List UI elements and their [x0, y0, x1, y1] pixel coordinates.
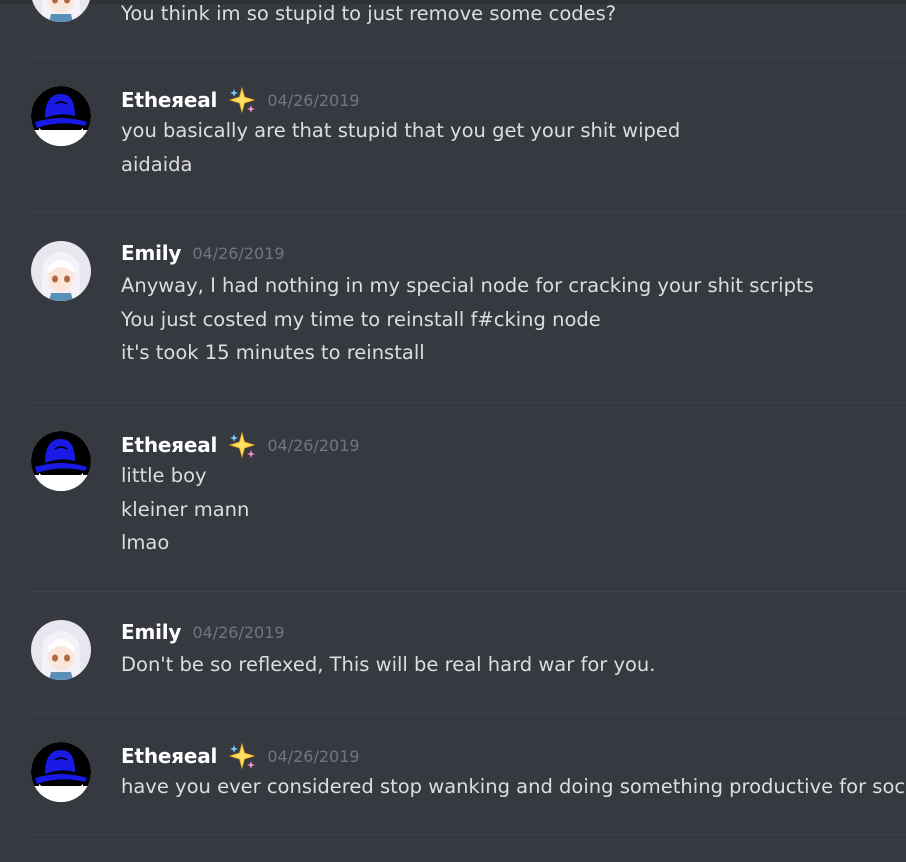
- message-divider: [31, 834, 906, 835]
- username[interactable]: Emily: [121, 241, 181, 265]
- message-line: Don't be so reflexed, This will be real …: [121, 653, 656, 676]
- message-timestamp[interactable]: 04/26/2019: [192, 623, 284, 642]
- user-avatar[interactable]: [31, 86, 91, 146]
- message-line: little boy: [121, 464, 207, 487]
- message-line: lmao: [121, 531, 170, 554]
- sparkles-icon: [228, 86, 256, 114]
- message-divider: [31, 713, 906, 714]
- user-avatar[interactable]: [31, 241, 91, 301]
- message-line: You think im so stupid to just remove so…: [121, 2, 617, 25]
- message-item: You think im so stupid to just remove so…: [0, 0, 906, 58]
- user-avatar[interactable]: [31, 742, 91, 802]
- username[interactable]: Etheяeal: [121, 433, 217, 457]
- blue-hat-avatar-icon: [31, 431, 91, 491]
- user-avatar[interactable]: [31, 0, 91, 22]
- blue-hat-avatar-icon: [31, 742, 91, 802]
- message-line: Anyway, I had nothing in my special node…: [121, 274, 814, 297]
- message-line: kleiner mann: [121, 497, 250, 521]
- message-line: You just costed my time to reinstall f#c…: [121, 307, 601, 331]
- message-timestamp[interactable]: 04/26/2019: [192, 244, 284, 263]
- blue-hat-avatar-icon: [31, 86, 91, 146]
- anime-girl-avatar-icon: [31, 620, 91, 680]
- message-line: it's took 15 minutes to reinstall: [121, 341, 425, 364]
- message-line: you basically are that stupid that you g…: [121, 119, 681, 142]
- message-timestamp[interactable]: 04/26/2019: [267, 747, 359, 766]
- message-divider: [31, 402, 906, 403]
- anime-girl-avatar-icon: [31, 0, 91, 22]
- anime-girl-avatar-icon: [31, 241, 91, 301]
- message-line: aidaida: [121, 152, 193, 176]
- message-timestamp[interactable]: 04/26/2019: [267, 436, 359, 455]
- username[interactable]: Etheяeal: [121, 744, 217, 768]
- user-avatar[interactable]: [31, 620, 91, 680]
- message-line: have you ever considered stop wanking an…: [121, 775, 906, 798]
- sparkles-icon: [228, 431, 256, 459]
- message-list: You think im so stupid to just remove so…: [0, 0, 906, 862]
- username[interactable]: Etheяeal: [121, 88, 217, 112]
- user-avatar[interactable]: [31, 431, 91, 491]
- username[interactable]: Emily: [121, 620, 181, 644]
- message-timestamp[interactable]: 04/26/2019: [267, 91, 359, 110]
- message-divider: [31, 57, 906, 58]
- message-divider: [31, 212, 906, 213]
- message-divider: [31, 591, 906, 592]
- sparkles-icon: [228, 742, 256, 770]
